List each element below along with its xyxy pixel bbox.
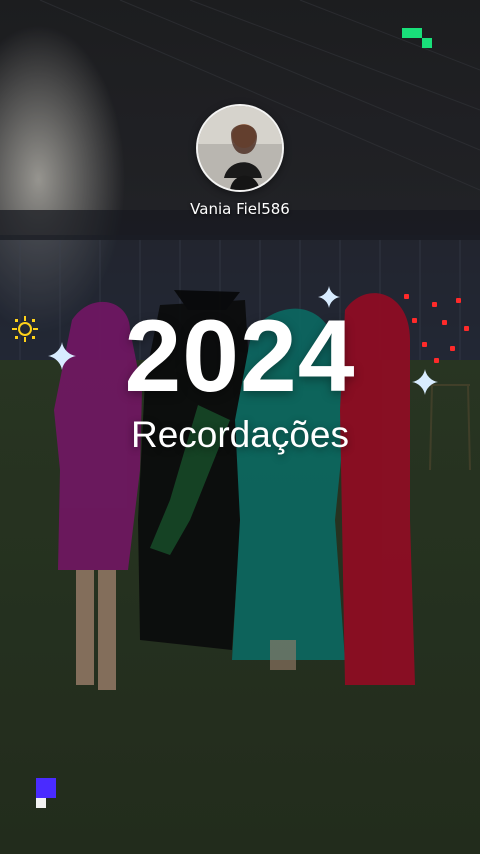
story-year: 2024	[124, 299, 356, 413]
avatar[interactable]	[196, 104, 284, 192]
story-author[interactable]: Vania Fiel586	[0, 104, 480, 218]
story-subtitle: Recordações	[130, 414, 349, 455]
username[interactable]: Vania Fiel586	[0, 200, 480, 218]
pixel-block-icon	[36, 778, 58, 808]
pixel-steps-icon	[402, 28, 432, 48]
pixel-block-small-square	[36, 798, 46, 808]
pixel-block-square	[36, 778, 56, 798]
story-screen: Vania Fiel586 2024 Recordações	[0, 0, 480, 854]
